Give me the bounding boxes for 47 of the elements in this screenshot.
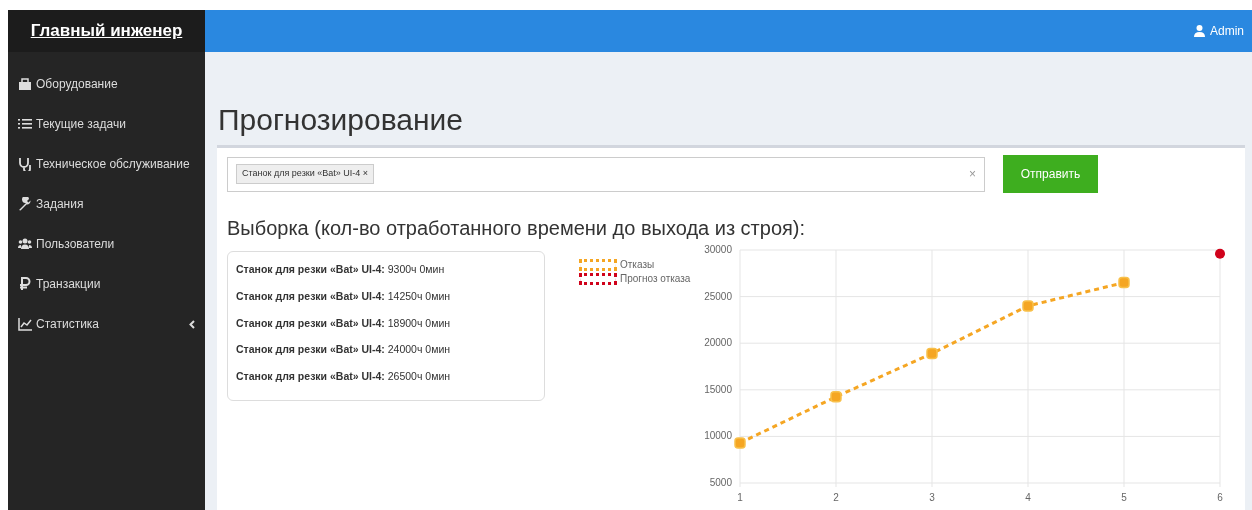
sidebar-item[interactable]: Техническое обслуживание bbox=[8, 144, 205, 184]
ruble-icon bbox=[18, 277, 32, 291]
sample-entry: Станок для резки «Bat» UI-4: 24000ч 0мин bbox=[236, 342, 452, 358]
sample-entry: Станок для резки «Bat» UI-4: 18900ч 0мин bbox=[236, 315, 452, 331]
data-point bbox=[830, 391, 842, 403]
y-tick-label: 20000 bbox=[704, 337, 732, 349]
sidebar-item[interactable]: Транзакции bbox=[8, 264, 205, 304]
legend-label: Отказы bbox=[620, 259, 655, 271]
x-tick-label: 1 bbox=[737, 492, 743, 503]
section-title: Выборка (кол-во отработанного времени до выхода из строя): bbox=[227, 216, 807, 241]
forecast-point bbox=[1215, 248, 1225, 259]
data-point bbox=[1118, 276, 1130, 289]
list-icon bbox=[18, 117, 32, 131]
user-menu[interactable]: Admin bbox=[1194, 22, 1244, 40]
data-point bbox=[1022, 300, 1034, 312]
toolbox-icon bbox=[18, 77, 32, 91]
legend-label: Прогноз отказа bbox=[620, 273, 691, 285]
line-chart-icon bbox=[18, 317, 32, 331]
wrench-icon bbox=[18, 197, 32, 211]
x-tick-label: 3 bbox=[929, 492, 935, 503]
x-tick-label: 2 bbox=[833, 492, 839, 503]
sidebar-item[interactable]: Пользователи bbox=[8, 224, 205, 264]
y-tick-label: 15000 bbox=[704, 383, 732, 395]
y-tick-label: 30000 bbox=[704, 244, 732, 255]
sidebar-item[interactable]: Оборудование bbox=[8, 64, 205, 104]
sidebar-item[interactable]: Статистика bbox=[8, 304, 205, 344]
x-tick-label: 4 bbox=[1025, 492, 1031, 503]
users-icon bbox=[18, 237, 32, 251]
legend-swatch bbox=[579, 259, 617, 271]
y-tick-label: 5000 bbox=[709, 477, 732, 488]
sidebar-item[interactable]: Текущие задачи bbox=[8, 104, 205, 144]
y-tick-label: 10000 bbox=[704, 430, 732, 442]
sidebar-item[interactable]: Задания bbox=[8, 184, 205, 224]
legend-swatch bbox=[579, 273, 617, 285]
x-tick-label: 6 bbox=[1217, 492, 1223, 503]
selected-tag[interactable]: Станок для резки «Bat» UI-4 × bbox=[236, 164, 374, 184]
stethoscope-icon bbox=[18, 157, 32, 171]
sample-entry: Станок для резки «Bat» UI-4: 14250ч 0мин bbox=[236, 288, 452, 304]
select-field[interactable]: Станок для резки «Bat» UI-4 × × bbox=[227, 156, 985, 192]
sample-entry: Станок для резки «Bat» UI-4: 9300ч 0мин bbox=[236, 262, 446, 277]
data-point bbox=[734, 437, 746, 449]
x-tick-label: 5 bbox=[1121, 492, 1127, 503]
sample-entry: Станок для резки «Bat» UI-4: 26500ч 0мин bbox=[236, 369, 452, 384]
data-point bbox=[926, 347, 938, 360]
y-tick-label: 25000 bbox=[704, 290, 732, 302]
user-icon bbox=[1194, 25, 1205, 37]
page-title: Прогнозирование bbox=[218, 102, 464, 138]
